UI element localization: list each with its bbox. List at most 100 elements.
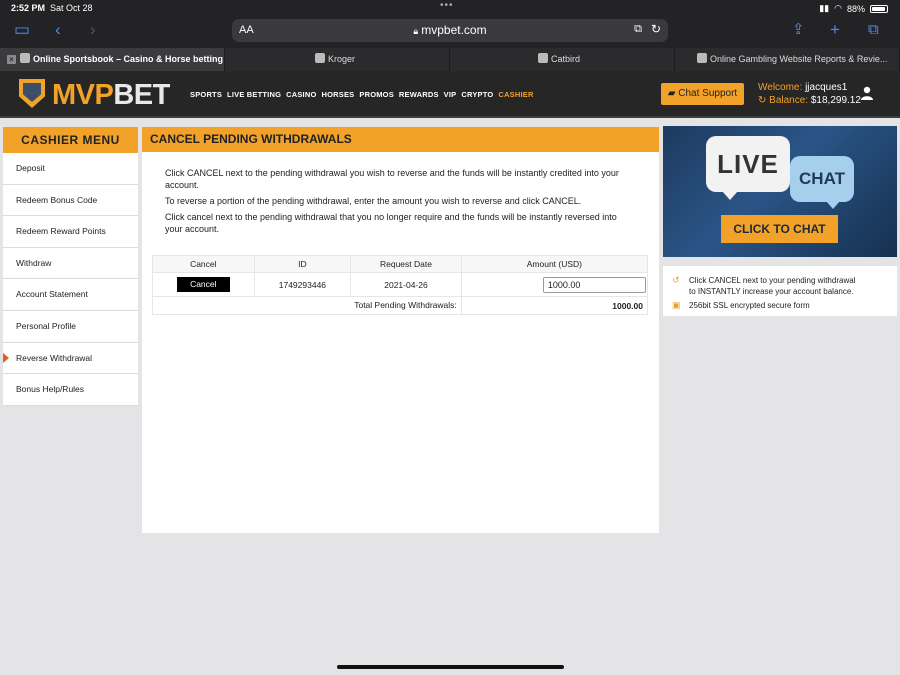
table-header: Cancel ID Request Date Amount (USD) [152, 255, 648, 273]
extension-icon[interactable]: ⧉ [634, 23, 642, 36]
info-box: ↺ Click CANCEL next to your pending with… [663, 266, 897, 316]
col-amount: Amount (USD) [526, 259, 582, 269]
click-to-chat-button[interactable]: CLICK TO CHAT [721, 215, 838, 243]
forward-icon[interactable]: › [90, 20, 96, 40]
tab-bar: × Online Sportsbook – Casino & Horse bet… [0, 48, 900, 71]
cashier-menu: CASHIER MENU Deposit Redeem Bonus Code R… [3, 127, 138, 406]
instruction-2: To reverse a portion of the pending with… [165, 196, 582, 206]
nav-vip[interactable]: VIP [444, 90, 457, 99]
logo-mvp: MVP [52, 79, 114, 111]
tab-gambling-reports[interactable]: Online Gambling Website Reports & Revie.… [675, 48, 900, 71]
live-bubble: LIVE [706, 136, 790, 200]
address-bar[interactable]: AA 🔒︎ mvpbet.com ⧉ ↻ [232, 19, 668, 42]
cashier-menu-title: CASHIER MENU [3, 127, 138, 153]
sidebar-item-redeem-reward-points[interactable]: Redeem Reward Points [3, 216, 138, 248]
sidebar-item-account-statement[interactable]: Account Statement [3, 279, 138, 311]
total-label: Total Pending Withdrawals: [153, 297, 462, 314]
cancel-withdrawal-button[interactable]: Cancel [176, 277, 230, 292]
nav-horses[interactable]: HORSES [322, 90, 355, 99]
browser-chrome: 2:52 PM Sat Oct 28 ••• ▮▮ ◠ 88% ▭ ‹ › AA… [0, 0, 900, 48]
info-line-1: Click CANCEL next to your pending withdr… [689, 276, 856, 285]
info-line-2: to INSTANTLY increase your account balan… [689, 287, 854, 296]
cancel-withdrawals-panel: CANCEL PENDING WITHDRAWALS Click CANCEL … [142, 127, 659, 533]
page-title: CANCEL PENDING WITHDRAWALS [142, 127, 659, 152]
battery-percent: 88% [846, 3, 865, 14]
tab-kroger[interactable]: Kroger [225, 48, 450, 71]
url-text: mvpbet.com [421, 23, 487, 37]
lock-icon: 🔒︎ [413, 26, 419, 36]
undo-icon: ↺ [672, 275, 680, 285]
chat-bubble: CHAT [790, 156, 854, 209]
close-tab-icon[interactable]: × [7, 55, 16, 64]
balance-value: $18,299.12 [810, 95, 861, 106]
nav-rewards[interactable]: REWARDS [399, 90, 439, 99]
sidebar-toggle-icon[interactable]: ▭ [14, 20, 30, 40]
amount-input[interactable] [542, 276, 646, 293]
user-account-icon[interactable] [860, 86, 874, 100]
sidebar-item-withdraw[interactable]: Withdraw [3, 247, 138, 280]
info-line-3: 256bit SSL encrypted secure form [689, 301, 810, 310]
nav-cashier[interactable]: CASHIER [498, 90, 533, 99]
wifi-icon: ◠ [834, 3, 842, 13]
sidebar-item-bonus-help-rules[interactable]: Bonus Help/Rules [3, 374, 138, 406]
tabs-overview-icon[interactable]: ⧉ [868, 20, 879, 40]
total-row: Total Pending Withdrawals: 1000.00 [152, 297, 648, 315]
status-right: ▮▮ ◠ 88% [819, 3, 888, 14]
tab-label: Kroger [328, 54, 356, 64]
username: jjacques1 [805, 82, 848, 93]
chat-support-label: Chat Support [678, 88, 738, 99]
favicon-icon [697, 53, 707, 63]
nav-live-betting[interactable]: LIVE BETTING [227, 90, 281, 99]
back-icon[interactable]: ‹ [55, 20, 61, 40]
signal-icon: ▮▮ [819, 3, 830, 13]
tab-label: Online Sportsbook – Casino & Horse betti… [33, 54, 224, 64]
sidebar-item-deposit[interactable]: Deposit [3, 153, 138, 185]
col-id: ID [255, 256, 352, 272]
chat-bubble-icon: ▰ [667, 88, 679, 99]
status-time: 2:52 PM [11, 3, 46, 13]
refresh-balance-icon[interactable]: ↻ [758, 95, 766, 106]
cell-request-date: 2021-04-26 [351, 273, 462, 296]
site-logo[interactable]: MVPBET [52, 79, 170, 112]
tab-label: Online Gambling Website Reports & Revie.… [710, 54, 888, 64]
live-chat-banner[interactable]: LIVE CHAT CLICK TO CHAT [663, 126, 897, 257]
col-request-date: Request Date [351, 256, 462, 272]
main-nav: SPORTS LIVE BETTING CASINO HORSES PROMOS… [190, 90, 534, 99]
table-row: Cancel 1749293446 2021-04-26 [152, 273, 648, 297]
sidebar-item-reverse-withdrawal[interactable]: Reverse Withdrawal [3, 342, 138, 375]
favicon-icon [20, 53, 30, 63]
logo-bet: BET [113, 79, 170, 111]
favicon-icon [538, 53, 548, 63]
home-indicator[interactable] [337, 665, 564, 669]
nav-sports[interactable]: SPORTS [190, 90, 222, 99]
sidebar-item-redeem-bonus-code[interactable]: Redeem Bonus Code [3, 184, 138, 217]
cell-cancel: Cancel [153, 273, 255, 296]
logo-shield-icon[interactable] [19, 79, 45, 108]
instructions: Click CANCEL next to the pending withdra… [165, 167, 635, 239]
new-tab-icon[interactable]: + [830, 20, 840, 40]
instruction-3: Click cancel next to the pending withdra… [165, 212, 617, 234]
cell-amount [462, 273, 647, 296]
chat-support-button[interactable]: ▰ Chat Support [661, 83, 744, 105]
nav-crypto[interactable]: CRYPTO [461, 90, 493, 99]
instruction-1: Click CANCEL next to the pending withdra… [165, 168, 619, 190]
welcome-text: Welcome: jjacques1 [758, 82, 847, 93]
battery-icon [870, 4, 888, 13]
nav-promos[interactable]: PROMOS [359, 90, 394, 99]
balance-text: ↻ Balance: $18,299.12 [758, 95, 861, 106]
sidebar-item-personal-profile[interactable]: Personal Profile [3, 310, 138, 343]
reload-icon[interactable]: ↻ [651, 22, 661, 36]
nav-casino[interactable]: CASINO [286, 90, 316, 99]
multitask-dots-icon[interactable]: ••• [440, 0, 454, 11]
share-icon[interactable]: ⇪ [792, 20, 805, 40]
favicon-icon [315, 53, 325, 63]
site-header: MVPBET SPORTS LIVE BETTING CASINO HORSES… [0, 71, 900, 118]
welcome-label: Welcome: [758, 82, 803, 93]
tab-mvpbet[interactable]: × Online Sportsbook – Casino & Horse bet… [0, 48, 225, 71]
status-date: Sat Oct 28 [50, 3, 93, 13]
col-cancel: Cancel [153, 256, 255, 272]
total-value: 1000.00 [612, 300, 643, 311]
balance-label: Balance: [769, 95, 809, 106]
tab-label: Catbird [551, 54, 581, 64]
tab-catbird[interactable]: Catbird [450, 48, 675, 71]
